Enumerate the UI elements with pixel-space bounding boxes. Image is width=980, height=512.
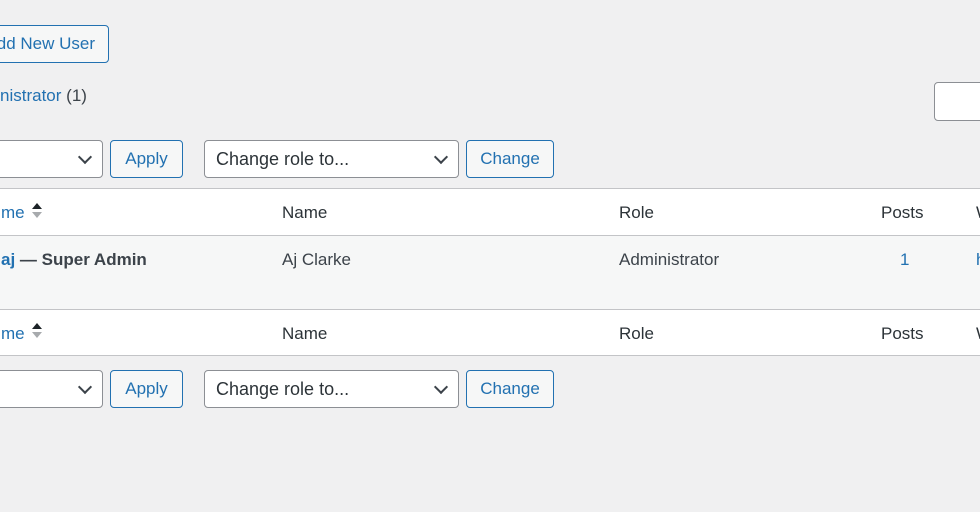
role-filter-administrator[interactable]: nistrator bbox=[0, 86, 61, 105]
username-cell: aj — Super Admin bbox=[1, 250, 147, 270]
column-posts-footer: Posts bbox=[881, 324, 924, 343]
chevron-down-icon bbox=[77, 149, 93, 165]
role-count: (1) bbox=[66, 86, 87, 105]
table-header: me Name Role Posts W bbox=[0, 189, 980, 236]
column-name-footer: Name bbox=[282, 324, 328, 343]
users-table: me Name Role Posts W aj — Super Admin Aj… bbox=[0, 188, 980, 356]
change-button-top[interactable]: Change bbox=[466, 140, 554, 178]
username-link[interactable]: aj bbox=[1, 250, 15, 269]
chevron-down-icon bbox=[433, 149, 449, 165]
table-row: aj — Super Admin Aj Clarke Administrator… bbox=[0, 236, 980, 310]
column-name: Name bbox=[282, 203, 328, 222]
apply-button-bottom[interactable]: Apply bbox=[110, 370, 183, 408]
super-admin-label: — Super Admin bbox=[19, 250, 147, 269]
role-cell: Administrator bbox=[619, 250, 720, 269]
website-link[interactable]: h bbox=[976, 250, 980, 270]
sort-down-icon bbox=[32, 332, 42, 338]
sort-up-icon bbox=[32, 203, 42, 209]
sort-down-icon bbox=[32, 212, 42, 218]
column-role-footer: Role bbox=[619, 324, 654, 343]
name-cell: Aj Clarke bbox=[282, 250, 351, 269]
search-input[interactable] bbox=[934, 82, 980, 121]
change-role-select-bottom[interactable]: Change role to... bbox=[204, 370, 459, 408]
column-website-footer: W bbox=[976, 324, 980, 344]
bulk-actions-select-bottom[interactable] bbox=[0, 370, 103, 408]
column-website: W bbox=[976, 203, 980, 223]
add-new-user-button[interactable]: dd New User bbox=[0, 25, 109, 63]
role-filter: nistrator (1) bbox=[0, 86, 87, 106]
change-role-select-top[interactable]: Change role to... bbox=[204, 140, 459, 178]
bulk-actions-select-top[interactable] bbox=[0, 140, 103, 178]
chevron-down-icon bbox=[433, 379, 449, 395]
column-username-sort[interactable]: me bbox=[1, 203, 25, 223]
column-username-sort-footer[interactable]: me bbox=[1, 324, 25, 344]
posts-count-link[interactable]: 1 bbox=[900, 250, 909, 270]
change-button-bottom[interactable]: Change bbox=[466, 370, 554, 408]
table-footer: me Name Role Posts W bbox=[0, 310, 980, 356]
chevron-down-icon bbox=[77, 379, 93, 395]
sort-up-icon bbox=[32, 323, 42, 329]
apply-button-top[interactable]: Apply bbox=[110, 140, 183, 178]
column-role: Role bbox=[619, 203, 654, 222]
column-posts: Posts bbox=[881, 203, 924, 222]
